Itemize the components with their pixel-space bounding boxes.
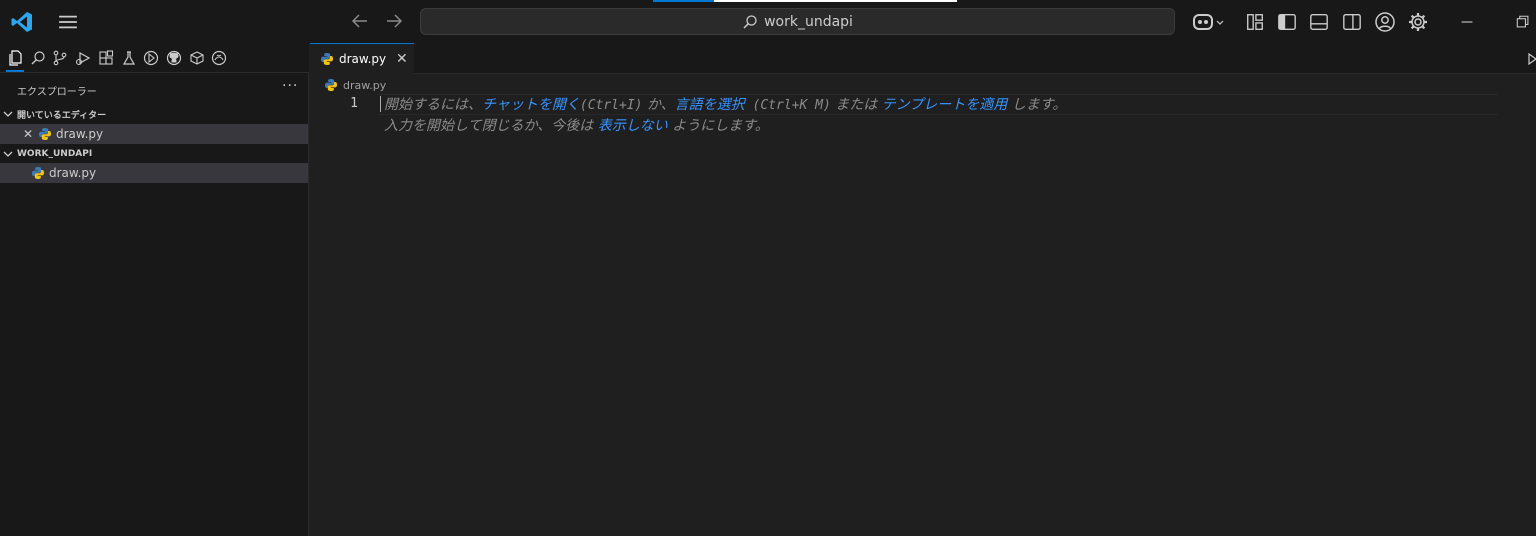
open-chat-link[interactable]: チャットを開く bbox=[482, 97, 580, 113]
breadcrumb[interactable]: draw.py bbox=[324, 77, 386, 93]
shortcut-text: (Ctrl+I) bbox=[579, 98, 643, 113]
title-bar: work_undapi bbox=[0, 0, 1536, 43]
tab-label: draw.py bbox=[339, 52, 387, 66]
workspace-file-draw-py[interactable]: draw.py bbox=[0, 163, 308, 183]
python-file-icon bbox=[31, 166, 45, 180]
more-actions-button[interactable]: ··· bbox=[282, 78, 298, 94]
source-control-icon[interactable] bbox=[52, 50, 68, 66]
editor-hint-line-1: 開始するには、チャットを開く(Ctrl+I) か、言語を選択 (Ctrl+K M… bbox=[384, 94, 1066, 114]
python-file-icon bbox=[38, 127, 52, 141]
text-cursor bbox=[380, 96, 381, 112]
workspace-label: WORK_UNDAPI bbox=[17, 149, 93, 159]
hint-text: 入力を開始して閉じるか、今後は bbox=[384, 118, 598, 134]
arrow-left-icon[interactable] bbox=[350, 11, 370, 31]
github-icon[interactable] bbox=[166, 50, 182, 66]
open-editors-label: 開いているエディター bbox=[17, 110, 107, 121]
breadcrumb-file: draw.py bbox=[343, 78, 387, 92]
account-icon[interactable] bbox=[1374, 11, 1396, 33]
customize-layout-icon[interactable] bbox=[1244, 11, 1266, 33]
close-icon[interactable]: ✕ bbox=[396, 51, 408, 67]
select-language-link[interactable]: 言語を選択 bbox=[675, 97, 745, 113]
minimize-icon[interactable] bbox=[1456, 11, 1478, 33]
workspace-header[interactable]: WORK_UNDAPI bbox=[0, 144, 309, 164]
apply-template-link[interactable]: テンプレートを適用 bbox=[882, 97, 1008, 113]
hint-text: 開始するには、 bbox=[384, 97, 482, 113]
hint-text: か、 bbox=[642, 97, 675, 113]
sidebar-title: エクスプローラー bbox=[17, 87, 97, 98]
shortcut-text: (Ctrl+K M) bbox=[744, 98, 831, 113]
search-icon[interactable] bbox=[30, 50, 46, 66]
toggle-panel-icon[interactable] bbox=[1308, 11, 1330, 33]
close-icon[interactable]: ✕ bbox=[23, 127, 36, 141]
dont-show-again-link[interactable]: 表示しない bbox=[598, 118, 668, 134]
remote-explorer-icon[interactable] bbox=[189, 50, 205, 66]
line-number: 1 bbox=[350, 96, 358, 111]
hint-text: します。 bbox=[1007, 97, 1067, 113]
hint-text: ようにします。 bbox=[667, 118, 769, 134]
extensions-icon[interactable] bbox=[98, 50, 114, 66]
open-editors-header[interactable]: 開いているエディター bbox=[0, 104, 309, 124]
search-icon bbox=[743, 14, 757, 29]
toggle-secondary-sidebar-icon[interactable] bbox=[1341, 11, 1363, 33]
tab-draw-py[interactable]: draw.py ✕ bbox=[310, 43, 414, 74]
toggle-sidebar-icon[interactable] bbox=[1276, 11, 1298, 33]
explorer-icon[interactable] bbox=[7, 50, 23, 66]
file-name: draw.py bbox=[56, 127, 104, 141]
copilot-icon[interactable] bbox=[1192, 11, 1226, 33]
copilot-chat-icon[interactable] bbox=[211, 50, 227, 66]
progress-bar bbox=[653, 0, 714, 2]
editor-tab-bar: draw.py ✕ bbox=[310, 43, 1536, 74]
python-file-icon bbox=[320, 52, 334, 66]
open-editor-item-draw-py[interactable]: ✕ draw.py bbox=[0, 124, 308, 144]
file-name: draw.py bbox=[49, 166, 97, 180]
hint-text: または bbox=[830, 97, 882, 113]
run-file-icon[interactable] bbox=[1526, 52, 1536, 66]
vscode-logo-icon bbox=[10, 10, 34, 34]
command-center-label: work_undapi bbox=[764, 13, 853, 30]
restore-icon[interactable] bbox=[1512, 11, 1534, 33]
hamburger-menu-icon[interactable] bbox=[56, 13, 80, 31]
testing-icon[interactable] bbox=[121, 50, 137, 66]
active-view-indicator bbox=[6, 70, 24, 72]
progress-bar-track bbox=[714, 0, 957, 2]
timeline-icon[interactable] bbox=[143, 50, 159, 66]
settings-gear-icon[interactable] bbox=[1407, 11, 1429, 33]
activity-bar bbox=[0, 43, 309, 73]
command-center-search[interactable]: work_undapi bbox=[420, 8, 1175, 35]
python-file-icon bbox=[324, 78, 338, 92]
arrow-right-icon[interactable] bbox=[384, 11, 404, 31]
editor-hint-line-2: 入力を開始して閉じるか、今後は 表示しない ようにします。 bbox=[384, 115, 769, 135]
chevron-down-icon bbox=[3, 109, 17, 119]
chevron-down-icon bbox=[3, 149, 17, 159]
explorer-sidebar: エクスプローラー ··· 開いているエディター ✕ draw.py WORK_U… bbox=[0, 73, 309, 536]
run-debug-icon[interactable] bbox=[75, 50, 91, 66]
